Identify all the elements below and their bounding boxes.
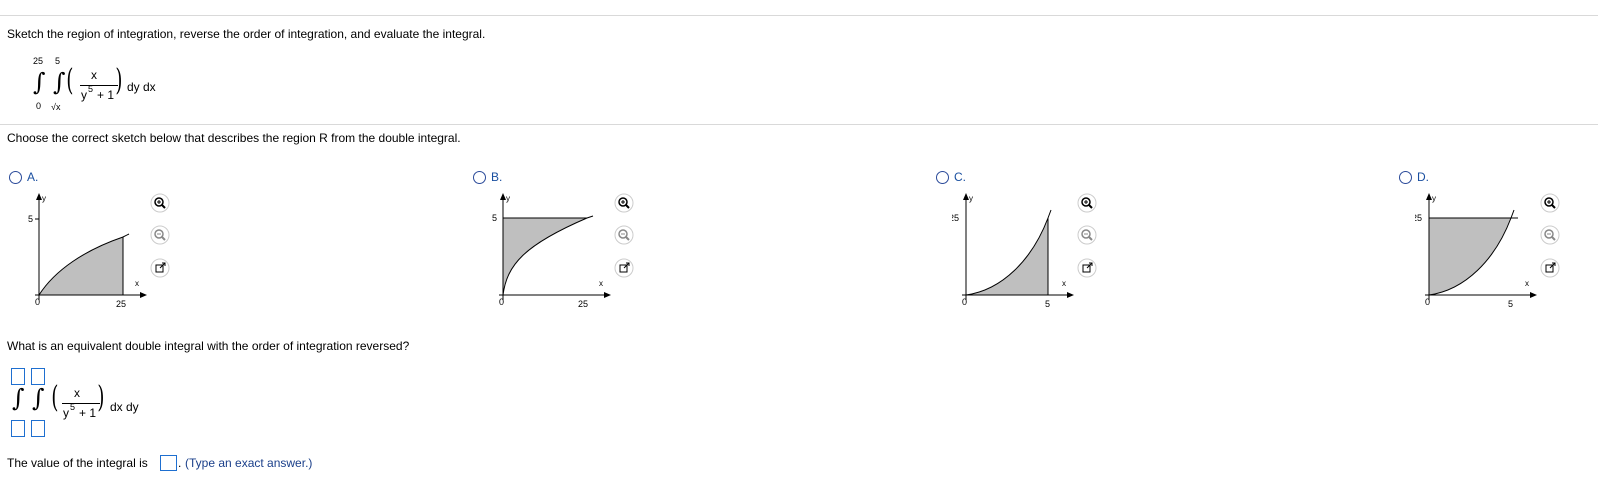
value-prefix: The value of the integral is — [7, 456, 148, 470]
ylabel-a: y — [42, 194, 46, 203]
region-d — [1429, 218, 1511, 295]
inner-integral-sign: ∫ — [53, 68, 66, 96]
option-a-zoom-out-icon[interactable] — [150, 225, 170, 245]
question3-line: The value of the integral is — [7, 456, 148, 470]
option-c-radio[interactable] — [936, 171, 949, 184]
origin-label-a: 0 — [35, 297, 40, 307]
top-divider — [0, 15, 1598, 16]
left-paren: ( — [66, 63, 74, 98]
ytick-label-c: 25 — [952, 213, 959, 223]
region-b — [503, 218, 587, 295]
question2-prompt: What is an equivalent double integral wi… — [7, 339, 410, 353]
xtick-label-b: 25 — [578, 299, 588, 309]
option-c: C. y 25 x 5 0 — [927, 168, 1127, 318]
right-paren: ) — [115, 63, 123, 98]
option-c-zoom-out-icon[interactable] — [1077, 225, 1097, 245]
denominator-exponent: 5 — [88, 84, 94, 94]
outer-integral-sign-2: ∫ — [12, 384, 25, 412]
region-a — [39, 237, 123, 295]
option-b-zoom-in-icon[interactable] — [614, 193, 634, 213]
ytick-label-d: 25 — [1415, 213, 1422, 223]
right-paren-2: ) — [97, 380, 105, 415]
reversed-numerator: x — [74, 386, 80, 400]
integrand-numerator: x — [91, 68, 97, 82]
origin-label-b: 0 — [499, 297, 504, 307]
xlabel-a: x — [135, 279, 139, 288]
left-paren-2: ( — [51, 380, 59, 415]
xtick-label-d: 5 — [1508, 299, 1513, 309]
ylabel-d: y — [1432, 194, 1436, 203]
fraction-bar-2 — [62, 403, 100, 404]
original-integral: 25 5 ∫ ∫ 0 √x ( x y 5 + 1 ) dy dx — [0, 52, 200, 117]
outer-integral-sign: ∫ — [33, 68, 46, 96]
x-arrow-a — [140, 292, 147, 298]
option-d: D. y 25 x 5 0 — [1390, 168, 1595, 318]
option-a-open-external-icon[interactable] — [150, 258, 170, 278]
reversed-denominator-exponent: 5 — [70, 402, 76, 412]
outer-lower-input[interactable] — [11, 420, 25, 437]
option-c-open-external-icon[interactable] — [1077, 258, 1097, 278]
option-b-label: B. — [491, 170, 503, 184]
option-b-open-external-icon[interactable] — [614, 258, 634, 278]
integral-value-input[interactable] — [160, 455, 177, 471]
option-c-label: C. — [954, 170, 966, 184]
xlabel-b: x — [599, 279, 603, 288]
xlabel-c: x — [1062, 279, 1066, 288]
xlabel-d: x — [1525, 279, 1529, 288]
region-c — [966, 218, 1048, 295]
option-a-label: A. — [27, 170, 39, 184]
x-arrow-d — [1530, 292, 1537, 298]
option-b-radio[interactable] — [473, 171, 486, 184]
option-a-zoom-in-icon[interactable] — [150, 193, 170, 213]
origin-label-c: 0 — [962, 297, 967, 307]
denominator-rest: + 1 — [97, 88, 115, 102]
option-d-label: D. — [1417, 170, 1429, 184]
value-period: . — [178, 456, 182, 470]
denominator-base: y — [81, 88, 87, 102]
ylabel-b: y — [506, 194, 510, 203]
reversed-integral: ∫ ∫ ( x y 5 + 1 ) dx dy — [0, 364, 200, 444]
outer-upper-limit: 25 — [33, 56, 44, 66]
section-divider — [0, 124, 1598, 125]
option-a: A. y 5 x 25 0 — [0, 168, 200, 318]
option-d-zoom-out-icon[interactable] — [1540, 225, 1560, 245]
x-arrow-b — [604, 292, 611, 298]
xtick-label-a: 25 — [116, 299, 126, 309]
outer-upper-input[interactable] — [11, 368, 25, 385]
option-a-radio[interactable] — [9, 171, 22, 184]
answer-hint: (Type an exact answer.) — [185, 456, 313, 470]
reversed-differentials: dx dy — [110, 400, 139, 414]
ytick-label-a: 5 — [28, 214, 33, 224]
inner-lower-input[interactable] — [31, 420, 45, 437]
xtick-label-c: 5 — [1045, 299, 1050, 309]
inner-integral-sign-2: ∫ — [32, 384, 45, 412]
fraction-bar — [80, 85, 118, 86]
x-arrow-c — [1067, 292, 1074, 298]
option-b: B. y 5 x 25 0 — [464, 168, 664, 318]
reversed-denominator-base: y — [63, 406, 69, 420]
question1-prompt: Choose the correct sketch below that des… — [7, 131, 461, 145]
option-d-zoom-in-icon[interactable] — [1540, 193, 1560, 213]
inner-lower-limit: √x — [51, 102, 61, 112]
outer-lower-limit: 0 — [36, 101, 42, 111]
reversed-denominator-rest: + 1 — [79, 406, 97, 420]
inner-upper-input[interactable] — [31, 368, 45, 385]
instruction-text: Sketch the region of integration, revers… — [7, 27, 486, 41]
option-b-zoom-out-icon[interactable] — [614, 225, 634, 245]
inner-upper-limit: 5 — [55, 56, 61, 66]
option-d-radio[interactable] — [1399, 171, 1412, 184]
option-d-open-external-icon[interactable] — [1540, 258, 1560, 278]
ytick-label-b: 5 — [492, 213, 497, 223]
differentials: dy dx — [127, 80, 156, 94]
option-c-zoom-in-icon[interactable] — [1077, 193, 1097, 213]
origin-label-d: 0 — [1425, 297, 1430, 307]
ylabel-c: y — [969, 194, 973, 203]
